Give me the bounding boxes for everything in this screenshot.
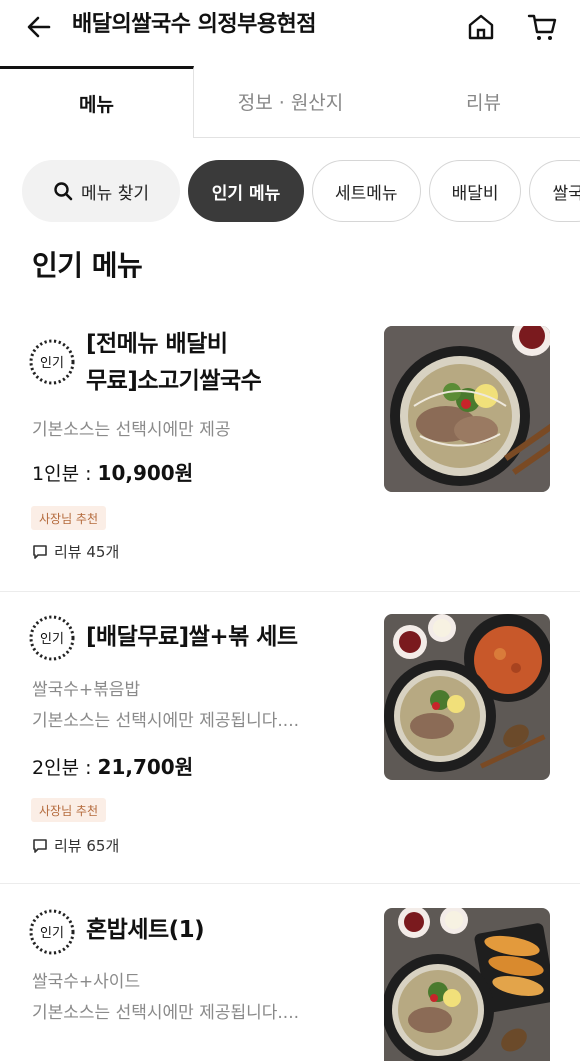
- home-button[interactable]: [462, 8, 500, 46]
- menu-item-name-line: 혼밥세트(1): [86, 917, 205, 943]
- owner-recommend-badge: 사장님 추천: [31, 798, 107, 822]
- pho-fried-rice-set-image: [384, 614, 550, 780]
- menu-item-description-line: 쌀국수+사이드: [32, 972, 141, 992]
- section-title: 인기 메뉴: [32, 249, 143, 282]
- menu-search-button[interactable]: 메뉴 찾기: [22, 160, 180, 222]
- cart-button[interactable]: [522, 8, 562, 46]
- menu-item-name-line: [전메뉴 배달비: [86, 331, 228, 357]
- menu-item-price: 1인분 : 10,900원: [32, 458, 193, 489]
- chip-rice-noodle[interactable]: 쌀국: [529, 160, 580, 222]
- popular-badge-text: 인기: [40, 632, 64, 647]
- home-icon: [468, 14, 494, 40]
- popular-badge-icon: 인기: [29, 909, 75, 955]
- arrow-left-icon: [27, 16, 51, 38]
- review-count-text: 리뷰 45개: [54, 543, 120, 561]
- popular-badge-icon: 인기: [29, 339, 75, 385]
- chip-popular-menu[interactable]: 인기 메뉴: [188, 160, 304, 222]
- search-icon: [54, 182, 73, 201]
- menu-item-description-line: 기본소스는 선택시에만 제공됩니다....: [32, 1003, 300, 1023]
- pho-bowl-image: [384, 326, 550, 492]
- back-button[interactable]: [22, 10, 56, 44]
- menu-item-description: 쌀국수+사이드 기본소스는 선택시에만 제공됩니다....: [32, 968, 352, 1027]
- app-header: 배달의쌀국수 의정부용현점: [0, 0, 580, 62]
- popular-badge-icon: 인기: [29, 615, 75, 661]
- popular-badge-text: 인기: [40, 356, 64, 371]
- menu-item-name: [전메뉴 배달비 무료]소고기쌀국수: [86, 326, 366, 400]
- menu-item-price: 2인분 : 21,700원: [32, 752, 193, 783]
- review-count-text: 리뷰 65개: [54, 837, 120, 855]
- menu-item-name: 혼밥세트(1): [86, 912, 366, 949]
- cart-icon: [527, 14, 557, 40]
- tab-info-origin[interactable]: 정보 · 원산지: [194, 66, 387, 137]
- speech-bubble-icon: [33, 839, 47, 853]
- menu-item-description-line: 쌀국수+볶음밥: [32, 680, 141, 700]
- price-amount: 10,900원: [97, 461, 194, 485]
- menu-item-name-line: [배달무료]쌀+볶 세트: [86, 624, 298, 650]
- store-title: 배달의쌀국수 의정부용현점: [72, 12, 317, 37]
- menu-item[interactable]: 인기 혼밥세트(1) 쌀국수+사이드 기본소스는 선택시에만 제공됩니다....: [0, 884, 580, 1061]
- solo-meal-set-image: [384, 908, 550, 1061]
- speech-bubble-icon: [33, 545, 47, 559]
- tab-reviews[interactable]: 리뷰: [387, 66, 580, 137]
- chip-set-menu[interactable]: 세트메뉴: [312, 160, 421, 222]
- menu-item-description: 기본소스는 선택시에만 제공: [32, 420, 231, 440]
- menu-item-description-line: 기본소스는 선택시에만 제공됩니다....: [32, 711, 300, 731]
- price-label: 1인분 :: [32, 463, 98, 485]
- price-label: 2인분 :: [32, 757, 98, 779]
- chip-delivery-fee[interactable]: 배달비: [428, 160, 522, 222]
- store-tabs: 메뉴 정보 · 원산지 리뷰: [0, 66, 580, 138]
- menu-item-name-line: 무료]소고기쌀국수: [86, 368, 262, 394]
- menu-search-label: 메뉴 찾기: [81, 183, 149, 204]
- tab-menu[interactable]: 메뉴: [0, 66, 194, 138]
- owner-recommend-badge: 사장님 추천: [31, 506, 107, 530]
- menu-item-photo[interactable]: [384, 326, 550, 492]
- menu-item-photo[interactable]: [384, 614, 550, 780]
- review-count: 리뷰 45개: [32, 541, 119, 563]
- review-count: 리뷰 65개: [32, 835, 119, 857]
- menu-item[interactable]: 인기 [전메뉴 배달비 무료]소고기쌀국수 기본소스는 선택시에만 제공 1인분…: [0, 300, 580, 592]
- menu-item-photo[interactable]: [384, 908, 550, 1061]
- menu-item[interactable]: 인기 [배달무료]쌀+볶 세트 쌀국수+볶음밥 기본소스는 선택시에만 제공됩니…: [0, 592, 580, 884]
- price-amount: 21,700원: [97, 755, 194, 779]
- category-chips: 메뉴 찾기 인기 메뉴 세트메뉴 배달비 쌀국: [22, 160, 580, 224]
- menu-item-name: [배달무료]쌀+볶 세트: [86, 619, 366, 656]
- popular-badge-text: 인기: [40, 926, 64, 941]
- menu-item-description: 쌀국수+볶음밥 기본소스는 선택시에만 제공됩니다....: [32, 676, 352, 735]
